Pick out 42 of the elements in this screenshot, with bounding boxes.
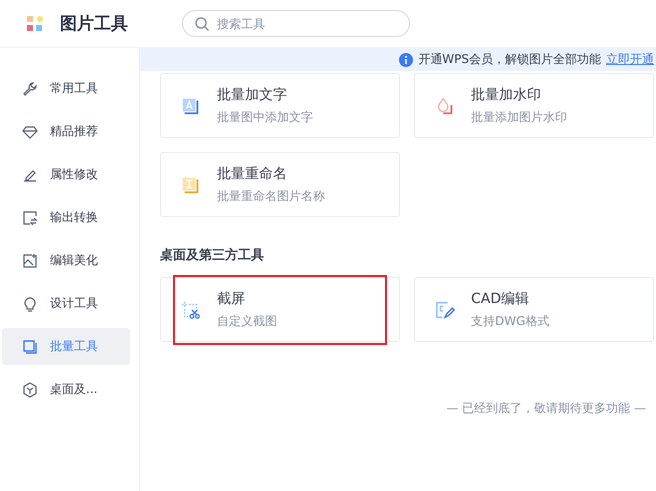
search-icon [194, 16, 210, 32]
sidebar-item[interactable]: 常用工具 [2, 70, 130, 107]
text-cursor-icon [181, 174, 201, 194]
tool-title: 批量加文字 [217, 86, 288, 104]
end-of-list-text: — 已经到底了，敬请期待更多功能 — [445, 400, 646, 417]
tool-subtitle: 批量添加图片水印 [471, 108, 567, 126]
tool-card[interactable]: 批量加文字 批量图中添加文字 [160, 73, 400, 138]
drop-icon [435, 96, 455, 116]
scissors-icon [181, 300, 201, 320]
sidebar-item[interactable]: 编辑美化 [2, 242, 130, 279]
info-icon [399, 52, 414, 66]
tool-card[interactable]: 截屏 自定义截图 [160, 277, 400, 342]
export-icon [22, 210, 38, 226]
tool-card[interactable]: 批量重命名 批量重命名图片名称 [160, 152, 400, 217]
edit-frame-icon [435, 300, 455, 320]
sidebar-item[interactable]: 属性修改 [2, 156, 130, 193]
bulb-icon [22, 296, 38, 312]
sidebar-item[interactable]: 桌面及... [2, 371, 130, 408]
wrench-icon [22, 80, 38, 96]
app-title: 图片工具 [60, 13, 129, 35]
diamond-icon [22, 124, 38, 140]
sidebar-item[interactable]: 输出转换 [2, 199, 130, 236]
tool-subtitle: 批量重命名图片名称 [217, 188, 325, 204]
tool-subtitle: 支持DWG格式 [471, 312, 550, 330]
tool-title: CAD编辑 [471, 290, 530, 308]
tool-title: 批量加水印 [471, 86, 542, 104]
tool-card[interactable]: CAD编辑 支持DWG格式 [414, 277, 654, 342]
cube-icon [22, 382, 38, 398]
banner-text: 开通WPS会员，解锁图片全部功能 [418, 51, 601, 68]
tool-card[interactable]: 批量加水印 批量添加图片水印 [414, 73, 654, 138]
text-frame-icon [181, 96, 201, 116]
tool-title: 批量重命名 [217, 164, 288, 182]
search-field[interactable]: 搜索工具 [182, 10, 410, 37]
tool-title: 截屏 [217, 290, 246, 308]
logo-icon [27, 16, 43, 32]
image-icon [22, 252, 38, 268]
sidebar-item[interactable]: 设计工具 [2, 285, 130, 322]
section-heading: 桌面及第三方工具 [160, 246, 265, 264]
tool-subtitle: 批量图中添加文字 [217, 108, 313, 126]
tool-subtitle: 自定义截图 [217, 312, 277, 330]
layers-icon [22, 338, 38, 354]
sidebar-item[interactable]: 精品推荐 [2, 113, 130, 150]
